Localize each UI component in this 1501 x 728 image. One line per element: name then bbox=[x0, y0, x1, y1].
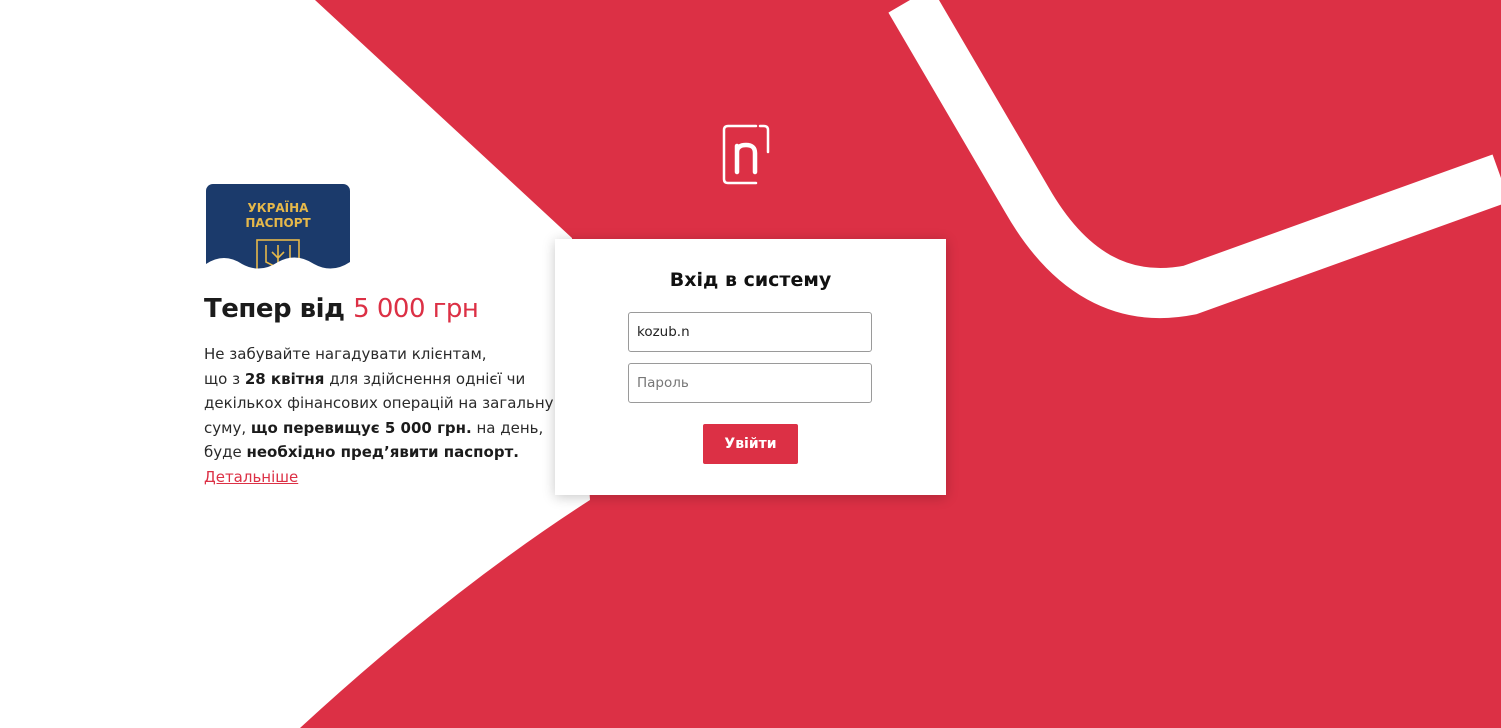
promo-text-3: декількох фінансових операцій на загальн… bbox=[204, 394, 554, 412]
promo-text-1: Не забувайте нагадувати клієнтам, bbox=[204, 345, 487, 363]
passport-line2: ПАСПОРТ bbox=[245, 216, 311, 230]
promo-description: Не забувайте нагадувати клієнтам, що з 2… bbox=[204, 342, 554, 489]
promo-line-3: декількох фінансових операцій на загальн… bbox=[204, 391, 554, 416]
promo-requirement: необхідно пред’явити паспорт. bbox=[246, 443, 519, 461]
promo-date: 28 квітня bbox=[244, 369, 325, 388]
promo-text-5a: буде bbox=[204, 443, 247, 461]
promo-line-4: суму, що перевищує 5 000 грн. на день, bbox=[204, 416, 544, 441]
promo-title-prefix: Тепер від bbox=[204, 294, 345, 324]
promo-line-5: буде необхідно пред’явити паспорт. bbox=[204, 440, 544, 465]
passport-icon: УКРАЇНА ПАСПОРТ bbox=[206, 184, 350, 282]
login-title: Вхід в систему bbox=[669, 269, 832, 291]
username-input[interactable] bbox=[628, 312, 872, 352]
passport-line1: УКРАЇНА bbox=[248, 200, 310, 215]
promo-limit: що перевищує 5 000 грн. bbox=[250, 418, 472, 437]
details-link[interactable]: Детальніше bbox=[204, 468, 298, 486]
promo-text-2c: для здійснення однієї чи bbox=[324, 369, 526, 388]
promo-text-4a: суму, bbox=[204, 418, 251, 437]
promo-title-amount: 5 000 грн bbox=[353, 294, 479, 324]
n-logo-icon bbox=[722, 124, 770, 185]
login-card: Вхід в систему Увійти bbox=[555, 239, 946, 495]
promo-line-1: Не забувайте нагадувати клієнтам, bbox=[204, 342, 544, 367]
promo-text-2a: що з bbox=[204, 369, 245, 388]
promo-line-2: що з 28 квітня для здійснення однієї чи bbox=[204, 367, 544, 392]
login-button[interactable]: Увійти bbox=[703, 424, 798, 464]
passport-promo: УКРАЇНА ПАСПОРТ Тепер від 5 000 грн Не з… bbox=[204, 182, 554, 489]
promo-text-4c: на день, bbox=[471, 418, 544, 437]
password-input[interactable] bbox=[628, 363, 872, 403]
promo-title: Тепер від 5 000 грн bbox=[204, 294, 544, 324]
